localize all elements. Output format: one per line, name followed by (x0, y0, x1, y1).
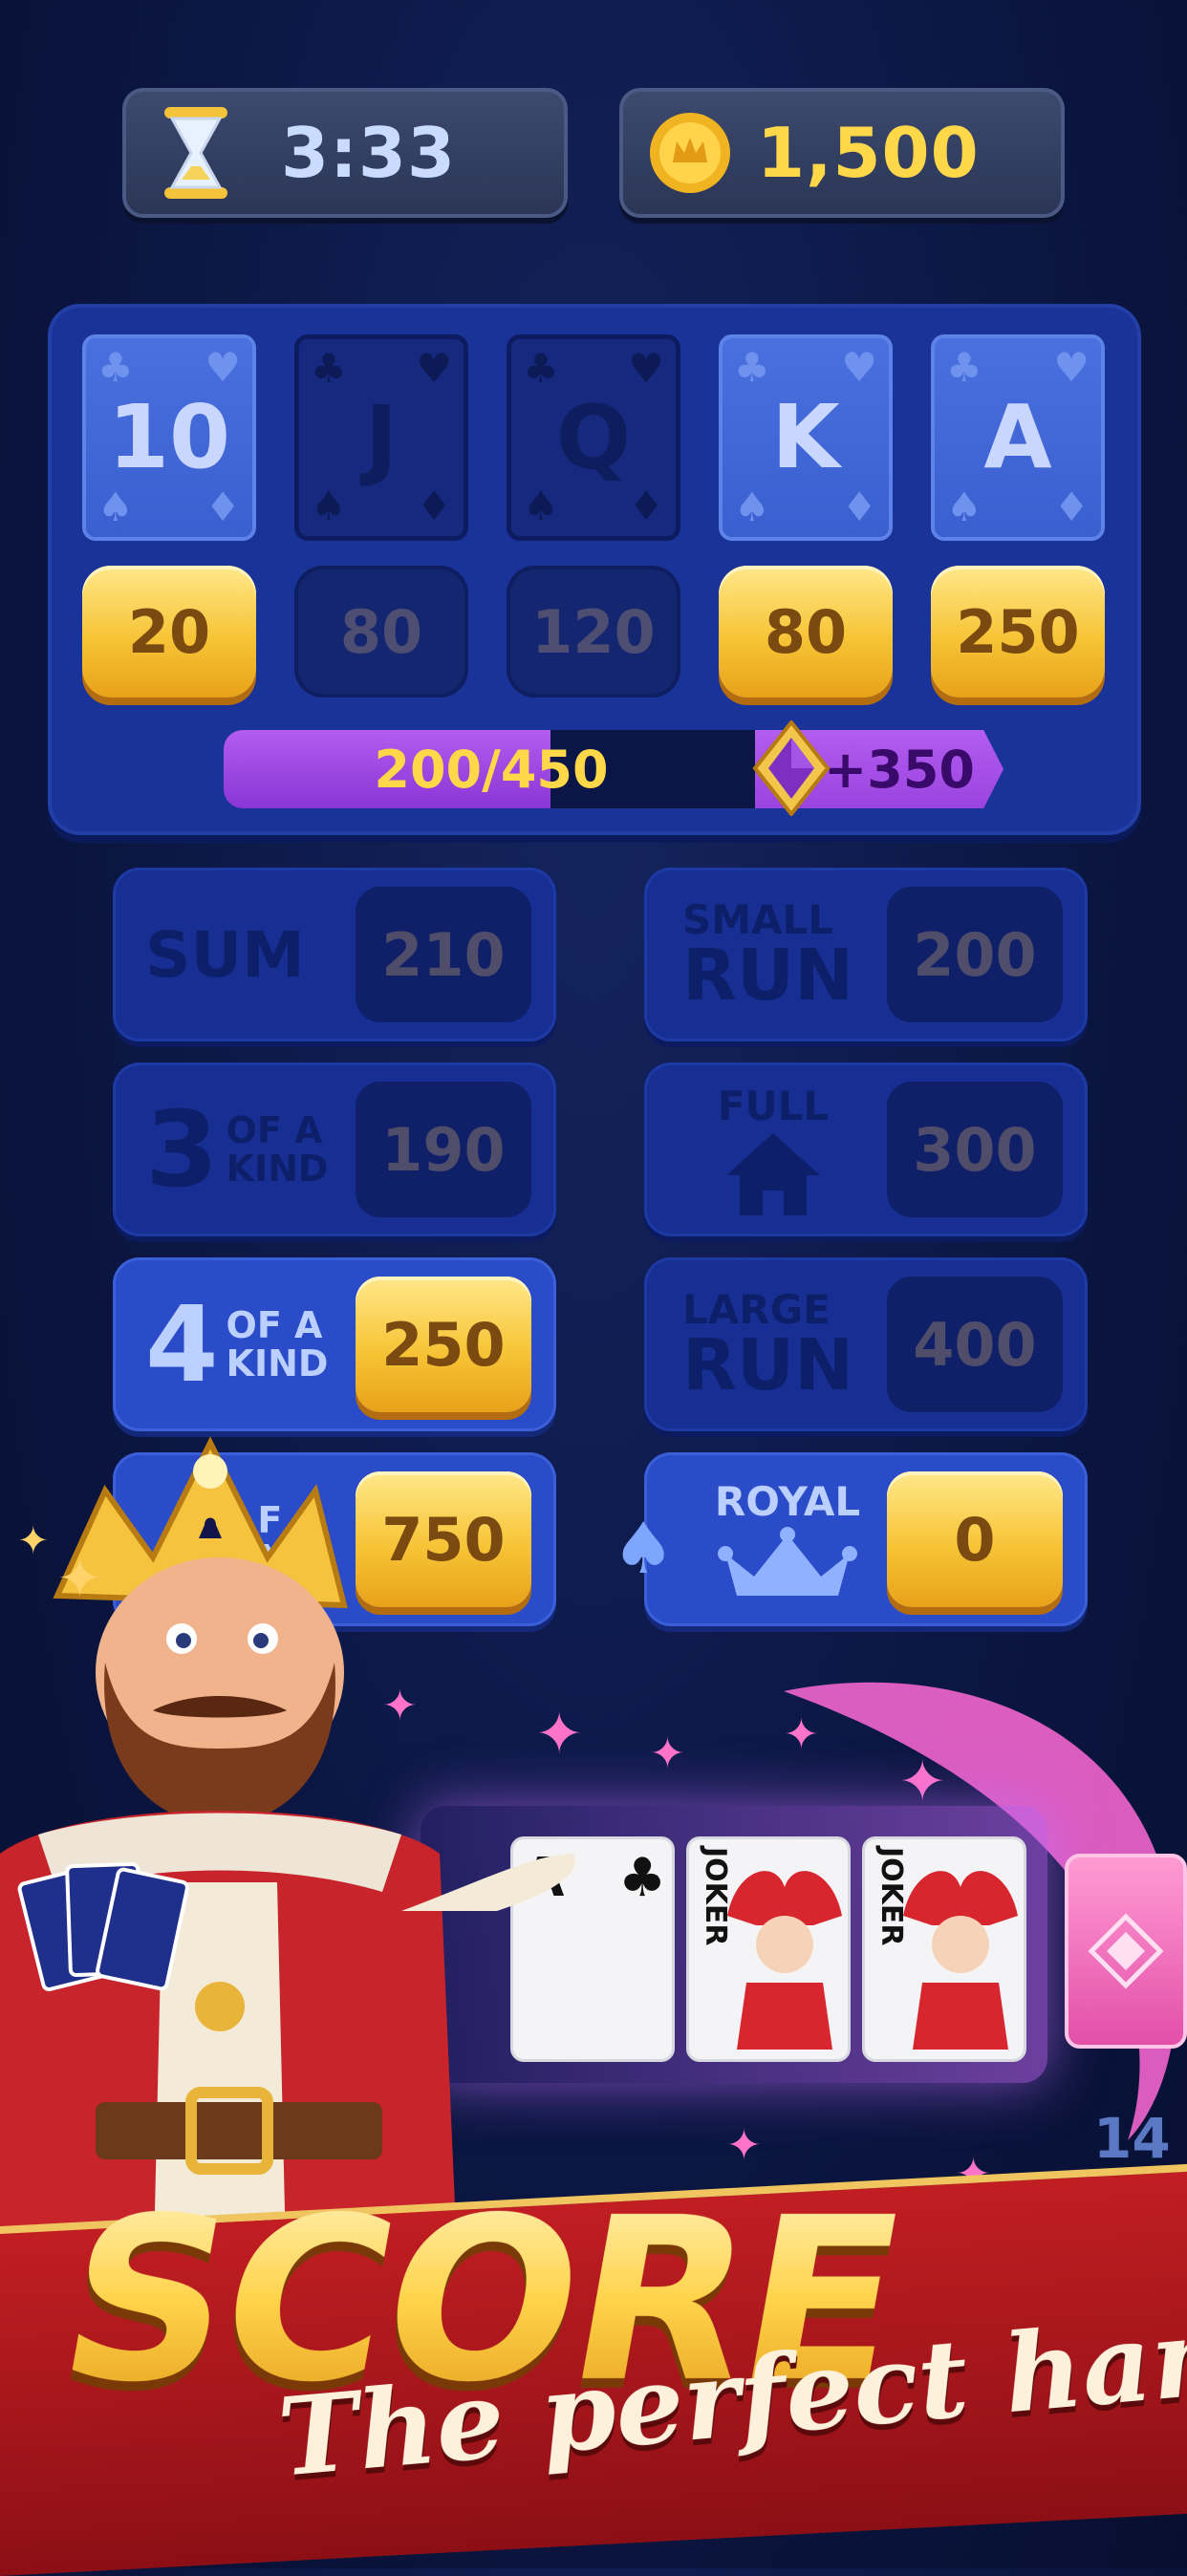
heart-icon: ♥ (205, 344, 241, 391)
hand-card-q[interactable]: ♣ ♥ Q ♠ ♦ (507, 334, 680, 541)
deck-back-emblem-icon (1088, 1913, 1164, 1989)
card-rank: Q (555, 387, 632, 489)
combo-label-bottom: KIND (226, 1342, 329, 1385)
hand-card-a[interactable]: ♣ ♥ A ♠ ♦ (931, 334, 1105, 541)
heart-icon: ♥ (1053, 344, 1090, 391)
club-icon: ♣ (311, 345, 347, 392)
draw-deck[interactable] (1065, 1854, 1187, 2049)
spade-icon: ♠ (734, 483, 770, 530)
combo-label-top: OF A (226, 1109, 323, 1151)
combo-big-number: 4 (145, 1283, 219, 1406)
combo-royal[interactable]: ROYAL 0 (644, 1452, 1088, 1626)
progress-text: 200/450 (374, 739, 609, 800)
card-rank: J (364, 387, 399, 489)
heart-icon: ♥ (416, 345, 452, 392)
combo-value: 210 (356, 887, 531, 1022)
card-points: 250 (931, 566, 1105, 698)
club-icon: ♣ (734, 344, 770, 391)
deck-count: 14 (1093, 2106, 1171, 2171)
combo-big-number: 3 (145, 1088, 219, 1211)
heart-icon: ♥ (628, 345, 664, 392)
crown-icon (718, 1526, 857, 1596)
club-icon: ♣ (618, 1847, 667, 1909)
spade-icon: ♠ (612, 1508, 676, 1590)
played-card-joker[interactable]: JOKER (862, 1836, 1026, 2062)
hand-board: ♣ ♥ 10 ♠ ♦ ♣ ♥ J ♠ ♦ ♣ ♥ Q ♠ ♦ ♣ ♥ K ♠ ♦… (48, 304, 1141, 835)
king-held-cards (15, 1854, 191, 2007)
combo-small-run[interactable]: SMALL RUN 200 (644, 868, 1088, 1041)
hourglass-icon (164, 107, 227, 199)
club-icon: ♣ (97, 344, 134, 391)
coins-value: 1,500 (757, 113, 980, 193)
combo-label-bottom: RUN (682, 1324, 854, 1406)
diamond-icon: ♦ (205, 483, 241, 530)
combo-value: 200 (887, 887, 1063, 1022)
hand-card-k[interactable]: ♣ ♥ K ♠ ♦ (719, 334, 893, 541)
combo-value: 190 (356, 1082, 531, 1217)
coin-icon (650, 113, 730, 193)
combo-3-of-a-kind[interactable]: 3 OF A KIND 190 (113, 1063, 556, 1236)
sparkle-icon: ✦ (726, 2121, 762, 2170)
diamond-icon: ♦ (416, 483, 452, 529)
combo-label-top: OF A (226, 1304, 323, 1346)
spade-icon: ♠ (946, 483, 982, 530)
coins-pill: 1,500 (619, 88, 1065, 218)
card-points: 20 (82, 566, 256, 698)
hand-card-j[interactable]: ♣ ♥ J ♠ ♦ (294, 334, 468, 541)
combo-large-run[interactable]: LARGE RUN 400 (644, 1257, 1088, 1431)
spade-icon: ♠ (97, 483, 134, 530)
combo-full-house[interactable]: FULL 300 (644, 1063, 1088, 1236)
played-card-joker[interactable]: JOKER (686, 1836, 851, 2062)
heart-icon: ♥ (841, 344, 877, 391)
card-points: 80 (294, 566, 468, 698)
combo-4-of-a-kind[interactable]: 4 OF A KIND 250 (113, 1257, 556, 1431)
combo-label-top: ROYAL (714, 1477, 861, 1525)
club-icon: ♣ (946, 344, 982, 391)
spade-icon: ♠ (523, 483, 559, 529)
hand-card-10[interactable]: ♣ ♥ 10 ♠ ♦ (82, 334, 256, 541)
combo-value: 0 (887, 1471, 1063, 1607)
card-points: 120 (507, 566, 680, 698)
diamond-icon: ♦ (1053, 483, 1090, 530)
card-rank: 10 (107, 386, 231, 488)
combo-label-top: FULL (717, 1082, 830, 1129)
card-points: 80 (719, 566, 893, 698)
joker-icon (727, 1871, 842, 2050)
combo-label-bottom: KIND (226, 1148, 329, 1190)
card-rank: A (983, 386, 1052, 488)
card-rank: K (771, 386, 840, 488)
joker-icon (903, 1871, 1018, 2050)
combo-value: 250 (356, 1277, 531, 1412)
sparkle-icon: ✦ (17, 1519, 50, 1563)
diamond-icon: ♦ (628, 483, 664, 529)
club-icon: ♣ (523, 345, 559, 392)
combo-value: 300 (887, 1082, 1063, 1217)
combo-sum[interactable]: SUM 210 (113, 868, 556, 1041)
spade-icon: ♠ (311, 483, 347, 529)
timer-value: 3:33 (281, 113, 457, 193)
timer-pill: 3:33 (122, 88, 568, 218)
sparkle-icon: ✦ (57, 1548, 102, 1610)
house-icon (726, 1132, 820, 1215)
combo-label: SUM (145, 917, 305, 992)
combo-value: 400 (887, 1277, 1063, 1412)
diamond-icon: ♦ (841, 483, 877, 530)
sparkle-icon: ✦ (650, 1729, 685, 1778)
combo-label-bottom: RUN (682, 934, 854, 1017)
gem-icon (752, 720, 831, 816)
